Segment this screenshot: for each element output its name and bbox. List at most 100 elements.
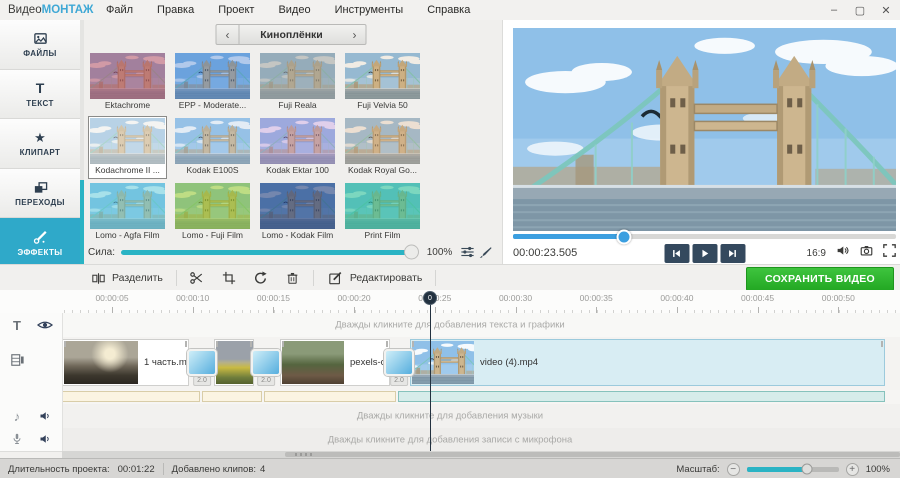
effect-item-lomo-kodak-film[interactable]: Lomo - Kodak Film (258, 181, 337, 244)
effect-thumbnail (345, 183, 420, 229)
text-track-visibility-eye-icon[interactable] (36, 316, 54, 334)
timeline-scrollbar-thumb[interactable] (285, 452, 900, 457)
transition-block[interactable] (187, 349, 217, 376)
menu-item-edit[interactable]: Правка (145, 4, 206, 16)
transition-duration-badge: 2.0 (390, 376, 408, 386)
toolbar-divider (435, 270, 436, 286)
maximize-button[interactable]: ▢ (854, 4, 866, 17)
menu-item-tools[interactable]: Инструменты (323, 4, 416, 16)
effect-item-fuji-reala[interactable]: Fuji Reala (258, 51, 337, 114)
effect-label: Fuji Velvia 50 (345, 99, 420, 112)
effect-item-lomo-agfa-film[interactable]: Lomo - Agfa Film (88, 181, 167, 244)
aspect-ratio-label[interactable]: 16:9 (807, 248, 826, 259)
play-button[interactable] (692, 244, 717, 263)
previous-frame-button[interactable] (664, 244, 689, 263)
rotate-icon[interactable] (252, 271, 270, 285)
clip-audio-segment[interactable] (264, 391, 396, 402)
music-track[interactable]: Дважды кликните для добавления музыки (0, 404, 900, 429)
music-track-volume-icon[interactable] (36, 407, 54, 425)
snapshot-camera-icon[interactable] (859, 244, 874, 262)
menu-item-file[interactable]: Файл (94, 4, 145, 16)
effect-item-kodak-ektar-100[interactable]: Kodak Ektar 100 (258, 116, 337, 179)
timeline-scrollbar[interactable] (62, 451, 900, 458)
preview-seekbar[interactable] (513, 234, 896, 239)
timeline-ruler[interactable]: 00:00:0500:00:1000:00:1500:00:2000:00:25… (0, 290, 900, 314)
transition-duration-badge: 2.0 (257, 376, 275, 386)
video-preview[interactable] (513, 28, 896, 231)
close-button[interactable]: ✕ (880, 4, 892, 17)
clip-audio-segment[interactable] (62, 391, 200, 402)
clip-trim-handle[interactable] (386, 341, 388, 347)
sidebar-item-clipart[interactable]: ★ КЛИПАРТ (0, 119, 80, 169)
clip-audio-segment[interactable] (398, 391, 885, 402)
effect-item-lomo-fuji-film[interactable]: Lomo - Fuji Film (173, 181, 252, 244)
clip-trim-handle[interactable] (64, 341, 66, 347)
next-frame-button[interactable] (720, 244, 745, 263)
menu-item-help[interactable]: Справка (415, 4, 482, 16)
zoom-slider-handle[interactable] (802, 464, 813, 475)
effect-item-print-film[interactable]: Print Film (343, 181, 422, 244)
adjust-sliders-icon[interactable] (458, 245, 477, 259)
clip-thumbnail-bridge (412, 341, 474, 384)
zoom-out-button[interactable]: − (727, 463, 740, 476)
text-track[interactable]: Дважды кликните для добавления текста и … (0, 313, 900, 338)
effect-thumbnail (175, 118, 250, 164)
sidebar-item-transitions-label: ПЕРЕХОДЫ (15, 198, 65, 207)
clip-1-часть-mp4[interactable]: 1 часть.mp4 (62, 339, 189, 386)
playhead[interactable]: 0 (423, 291, 437, 305)
category-next-button[interactable]: › (344, 24, 367, 45)
clip-trim-handle[interactable] (250, 341, 252, 347)
transition-block[interactable] (384, 349, 414, 376)
timeline-zoom-control: Масштаб: − + 100% (676, 463, 890, 476)
cut-scissors-icon[interactable] (188, 271, 206, 285)
effect-item-fuji-velvia-50[interactable]: Fuji Velvia 50 (343, 51, 422, 114)
clip-video-4-mp4[interactable]: video (4).mp4 (410, 339, 885, 386)
menu-item-video[interactable]: Видео (266, 4, 322, 16)
video-track[interactable]: 1 часть.mp4 pexels-c-t... (0, 337, 900, 391)
effects-scrollbar-thumb[interactable] (80, 180, 84, 268)
strength-slider[interactable] (121, 250, 413, 255)
crop-icon[interactable] (220, 271, 238, 285)
zoom-in-button[interactable]: + (846, 463, 859, 476)
volume-icon[interactable] (835, 244, 850, 262)
clip-audio-segment[interactable] (202, 391, 262, 402)
brush-icon[interactable] (477, 245, 496, 259)
clip-trim-handle[interactable] (412, 341, 414, 347)
effects-scrollbar-track[interactable] (80, 20, 84, 268)
effect-item-epp-moderate[interactable]: EPP - Moderate... (173, 51, 252, 114)
menu-item-project[interactable]: Проект (206, 4, 266, 16)
clip-trim-handle[interactable] (216, 341, 218, 347)
transition-block[interactable] (251, 349, 281, 376)
effect-item-ektachrome[interactable]: Ektachrome (88, 51, 167, 114)
ruler-time-label: 00:00:10 (176, 293, 209, 303)
clip-pexels-c-t[interactable]: pexels-c-t... (280, 339, 390, 386)
effects-panel: ‹ Киноплёнки › (80, 20, 502, 268)
effect-item-kodachrome-ii[interactable]: Kodachrome II ... (88, 116, 167, 179)
category-prev-button[interactable]: ‹ (216, 24, 240, 45)
clip-trim-handle[interactable] (185, 341, 187, 347)
voice-track[interactable]: Дважды кликните для добавления записи с … (0, 428, 900, 452)
delete-trash-icon[interactable] (284, 271, 302, 285)
fullscreen-icon[interactable] (883, 244, 896, 262)
clip-audio-strip[interactable] (0, 390, 900, 405)
effect-item-kodak-e100s[interactable]: Kodak E100S (173, 116, 252, 179)
effect-thumbnail (345, 53, 420, 99)
zoom-slider[interactable] (747, 467, 839, 472)
ruler-time-label: 00:00:05 (95, 293, 128, 303)
sidebar-item-effects[interactable]: ЭФФЕКТЫ (0, 218, 80, 268)
clip-untitled[interactable] (214, 339, 254, 386)
track-headers: T ♪ (0, 313, 63, 451)
sidebar-item-transitions[interactable]: ПЕРЕХОДЫ (0, 169, 80, 219)
voice-track-volume-icon[interactable] (36, 430, 54, 448)
sidebar-item-files[interactable]: ФАЙЛЫ (0, 20, 80, 70)
split-button[interactable]: Разделить (80, 265, 172, 291)
sidebar-item-text[interactable]: T ТЕКСТ (0, 70, 80, 120)
strength-slider-handle[interactable] (404, 245, 419, 260)
minimize-button[interactable]: – (828, 4, 840, 17)
clip-trim-handle[interactable] (881, 341, 883, 347)
effect-item-kodak-royal-go[interactable]: Kodak Royal Go... (343, 116, 422, 179)
edit-button[interactable]: Редактировать (318, 265, 432, 291)
clip-trim-handle[interactable] (282, 341, 284, 347)
save-video-button[interactable]: СОХРАНИТЬ ВИДЕО (746, 267, 894, 291)
effect-thumbnail (90, 118, 165, 164)
